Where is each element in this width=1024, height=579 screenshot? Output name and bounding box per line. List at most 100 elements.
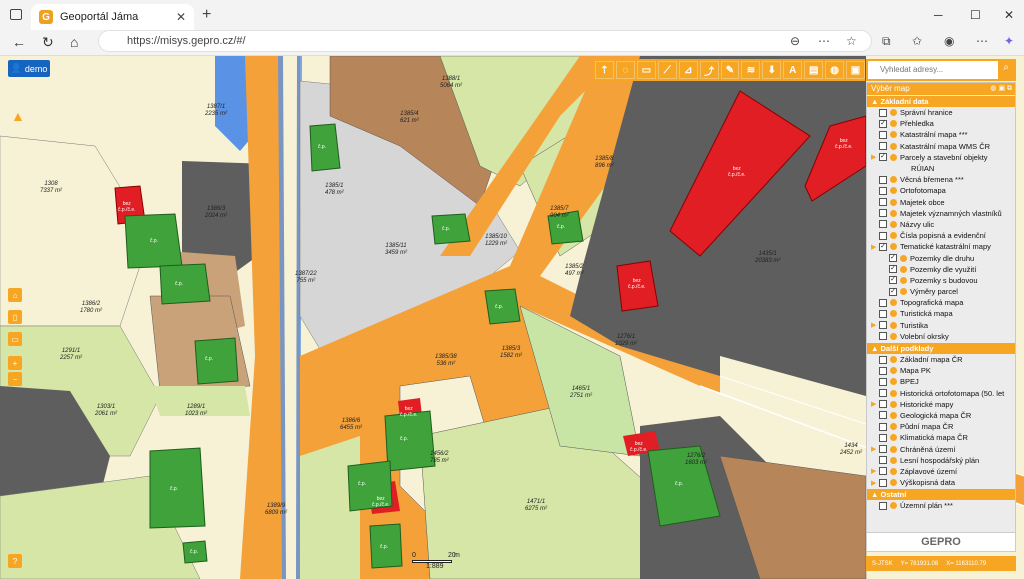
zoom-in-icon[interactable]: + bbox=[8, 356, 22, 370]
info-icon[interactable] bbox=[890, 332, 897, 340]
layer-checkbox[interactable] bbox=[879, 186, 887, 195]
layer-item[interactable]: ✓ Pozemky dle využití bbox=[867, 264, 1015, 275]
layer-item[interactable]: Základní mapa ČR bbox=[867, 354, 1015, 365]
expand-icon[interactable]: ▶ bbox=[871, 445, 879, 453]
id-card-icon[interactable]: ▭ bbox=[636, 61, 656, 79]
browser-tab[interactable]: G Geoportál Jáma ✕ bbox=[31, 4, 194, 30]
layer-checkbox[interactable]: ✓ bbox=[889, 254, 897, 263]
layer-item[interactable]: Volební okrsky bbox=[867, 331, 1015, 342]
layer-checkbox[interactable] bbox=[879, 175, 887, 184]
info-icon[interactable] bbox=[890, 220, 897, 228]
layer-checkbox[interactable] bbox=[879, 433, 887, 442]
layer-section-header[interactable]: ▲ Ostatní bbox=[867, 489, 1015, 501]
layer-item[interactable]: Správní hranice bbox=[867, 107, 1015, 118]
layers-icon[interactable]: ≋ bbox=[741, 61, 761, 79]
layer-checkbox[interactable] bbox=[879, 445, 887, 454]
info-icon[interactable] bbox=[890, 479, 897, 487]
info-icon[interactable] bbox=[890, 310, 897, 318]
zoom-icon[interactable]: ⊖ bbox=[790, 34, 800, 48]
info-icon[interactable] bbox=[890, 423, 897, 431]
copilot-icon[interactable]: ✦ bbox=[1004, 34, 1014, 48]
layer-checkbox[interactable] bbox=[879, 456, 887, 465]
minimize-icon[interactable]: ─ bbox=[934, 8, 943, 22]
map-canvas[interactable]: 👤 demo ▲ ⌂ ▯ ▭ + − ? ⇡ ◌ ▭ ⟋ ⊿ ⤴ ✎ ≋ ⬇ A ▤ ◍ ▣ Vyhled… bbox=[0, 56, 1024, 579]
layer-item[interactable]: ▶ Chráněná území bbox=[867, 443, 1015, 454]
search-icon[interactable]: ⌕ bbox=[999, 62, 1013, 78]
text-icon[interactable]: A bbox=[783, 61, 803, 79]
info-icon[interactable] bbox=[890, 321, 897, 329]
tab-actions-icon[interactable] bbox=[10, 9, 22, 20]
info-icon[interactable] bbox=[890, 411, 897, 419]
layer-checkbox[interactable] bbox=[879, 142, 887, 151]
info-icon[interactable] bbox=[900, 254, 907, 262]
menu-icon[interactable]: ⋯ bbox=[976, 34, 988, 48]
home-view-icon[interactable]: ⌂ bbox=[8, 288, 22, 302]
layer-checkbox[interactable] bbox=[879, 130, 887, 139]
layer-section-header[interactable]: ▲ Další podklady bbox=[867, 342, 1015, 354]
print-icon[interactable]: ▤ bbox=[804, 61, 824, 79]
layer-checkbox[interactable] bbox=[879, 298, 887, 307]
speech-icon[interactable]: ◌ bbox=[615, 61, 635, 79]
layer-checkbox[interactable]: ✓ bbox=[889, 276, 897, 285]
layer-checkbox[interactable] bbox=[879, 355, 887, 364]
layer-item[interactable]: ▶ ✓ Parcely a stavební objekty bbox=[867, 152, 1015, 163]
draw-icon[interactable]: ✎ bbox=[720, 61, 740, 79]
layer-item[interactable]: Katastrální mapa *** bbox=[867, 129, 1015, 140]
address-bar[interactable]: https://misys.gepro.cz/#/ bbox=[98, 30, 872, 52]
coord-system[interactable]: S-JTSK bbox=[872, 561, 893, 567]
layer-checkbox[interactable]: ✓ bbox=[889, 265, 897, 274]
info-icon[interactable] bbox=[890, 109, 897, 117]
layer-item[interactable]: Topografická mapa bbox=[867, 297, 1015, 308]
expand-icon[interactable]: ▶ bbox=[871, 400, 879, 408]
search-input[interactable]: Vyhledat adresy... bbox=[868, 61, 998, 79]
layer-item[interactable]: Názvy ulic bbox=[867, 219, 1015, 230]
demo-user-button[interactable]: 👤 demo bbox=[8, 60, 50, 77]
layer-item[interactable]: Půdní mapa ČR bbox=[867, 421, 1015, 432]
layer-checkbox[interactable]: ✓ bbox=[889, 287, 897, 296]
info-icon[interactable] bbox=[890, 502, 897, 510]
layer-item[interactable]: ✓ Výměry parcel bbox=[867, 286, 1015, 297]
info-icon[interactable] bbox=[890, 456, 897, 464]
layer-item[interactable]: Historická ortofotomapa (50. let bbox=[867, 388, 1015, 399]
favorites-bar-icon[interactable]: ✩ bbox=[912, 34, 922, 48]
help-icon[interactable]: ? bbox=[8, 554, 22, 568]
layer-checkbox[interactable] bbox=[879, 309, 887, 318]
layer-item[interactable]: ▶ Turistika bbox=[867, 320, 1015, 331]
address-search[interactable]: Vyhledat adresy... ⌕ bbox=[866, 59, 1016, 81]
layer-item[interactable]: Klimatická mapa ČR bbox=[867, 432, 1015, 443]
expand-icon[interactable]: ▶ bbox=[871, 243, 879, 251]
measure-line-icon[interactable]: ⟋ bbox=[657, 61, 677, 79]
layer-item[interactable]: ✓ Pozemky s budovou bbox=[867, 275, 1015, 286]
zoom-out-icon[interactable]: − bbox=[8, 372, 22, 386]
layer-checkbox[interactable]: ✓ bbox=[879, 242, 887, 251]
layer-checkbox[interactable] bbox=[879, 332, 887, 341]
layer-item[interactable]: Čísla popisná a evidenční bbox=[867, 230, 1015, 241]
layer-checkbox[interactable] bbox=[879, 366, 887, 375]
layer-item[interactable]: Mapa PK bbox=[867, 365, 1015, 376]
info-icon[interactable] bbox=[900, 288, 907, 296]
info-icon[interactable] bbox=[890, 243, 897, 251]
info-icon[interactable] bbox=[890, 176, 897, 184]
layer-checkbox[interactable] bbox=[879, 411, 887, 420]
info-icon[interactable] bbox=[890, 467, 897, 475]
maximize-icon[interactable]: ☐ bbox=[970, 8, 981, 22]
globe-icon[interactable]: ◍ bbox=[825, 61, 845, 79]
info-icon[interactable] bbox=[900, 276, 907, 284]
new-tab-icon[interactable]: + bbox=[202, 6, 211, 24]
info-icon[interactable] bbox=[890, 378, 897, 386]
document-icon[interactable]: ▣ bbox=[846, 61, 865, 79]
ruler-icon[interactable]: ⇡ bbox=[595, 61, 614, 79]
layer-checkbox[interactable] bbox=[879, 209, 887, 218]
layer-checkbox[interactable] bbox=[879, 422, 887, 431]
layer-item[interactable]: Lesní hospodářský plán bbox=[867, 455, 1015, 466]
info-icon[interactable] bbox=[890, 367, 897, 375]
info-icon[interactable] bbox=[890, 153, 897, 161]
close-tab-icon[interactable]: ✕ bbox=[176, 10, 186, 24]
measure-area-icon[interactable]: ⊿ bbox=[678, 61, 698, 79]
layer-item[interactable]: ▶ ✓ Tematické katastrální mapy bbox=[867, 241, 1015, 252]
layer-checkbox[interactable] bbox=[879, 231, 887, 240]
expand-icon[interactable]: ▶ bbox=[871, 321, 879, 329]
info-icon[interactable] bbox=[890, 389, 897, 397]
info-icon[interactable] bbox=[890, 232, 897, 240]
bookmark-icon[interactable]: ▯ bbox=[8, 310, 22, 324]
